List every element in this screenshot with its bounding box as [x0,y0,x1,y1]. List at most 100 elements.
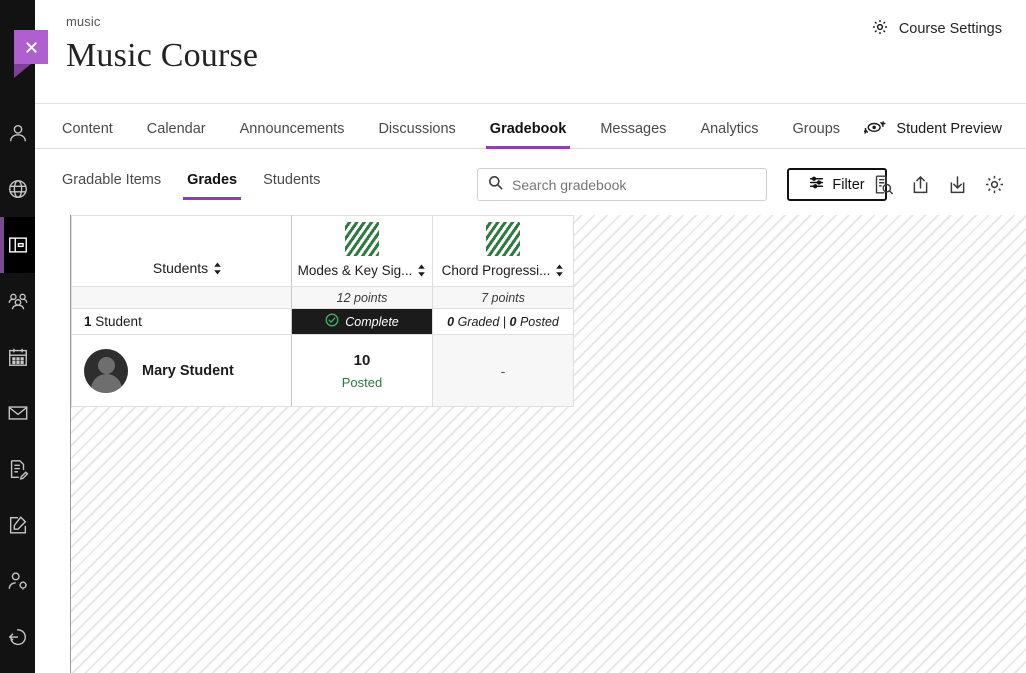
course-settings-button[interactable]: Course Settings [871,18,1002,40]
course-book-icon [7,234,29,256]
tab-discussions[interactable]: Discussions [378,121,455,148]
points-blank-cell [72,287,292,309]
upload-icon[interactable] [908,173,932,197]
preview-eye-icon [864,118,886,140]
calendar-icon [7,346,29,368]
search-gradebook-container[interactable] [477,168,767,201]
download-icon[interactable] [945,173,969,197]
sidebar-item-institution[interactable] [0,161,35,217]
chord-graded-word: Graded [458,315,500,329]
grade-state: Posted [292,375,432,390]
points-row: 12 points 7 points [72,287,574,309]
grade-review-icon[interactable] [871,173,895,197]
gradebook-grid-area: Students Modes & Key [70,215,1026,673]
person-icon [7,122,29,144]
close-icon[interactable] [14,30,48,64]
tab-calendar[interactable]: Calendar [147,121,206,148]
column-label-students: Students [153,260,208,276]
filter-sliders-icon [809,175,824,194]
course-nav-tabs: Content Calendar Announcements Discussio… [35,104,1026,149]
people-icon [7,290,29,312]
settings-gear-icon[interactable] [982,173,1006,197]
tab-content[interactable]: Content [62,121,113,148]
tab-gradebook[interactable]: Gradebook [490,121,567,148]
chord-posted-count: 0 [510,315,517,329]
sidebar-item-courses[interactable] [0,217,35,273]
person-gear-icon [7,570,29,592]
table-row: Mary Student 10 Posted - [72,335,574,407]
student-count-number: 1 [84,314,92,329]
assignment-green-icon [486,222,520,256]
column-header-modes[interactable]: Modes & Key Sig... [292,216,433,287]
subtab-gradable-items[interactable]: Gradable Items [62,153,161,206]
student-name: Mary Student [142,363,234,379]
tab-announcements[interactable]: Announcements [240,121,345,148]
page-header: music Music Course Course Settings [35,0,1026,104]
student-cell[interactable]: Mary Student [72,335,292,407]
sidebar-item-sign-out[interactable] [0,609,35,665]
check-circle-icon [325,313,339,330]
compose-icon [7,514,29,536]
sort-icon[interactable] [213,262,222,275]
gradebook-header-row: Students Modes & Key [72,216,574,287]
summary-chord-status: 0 Graded | 0 Posted [433,309,574,335]
globe-icon [7,178,29,200]
assignment-green-icon [345,222,379,256]
column-header-chord[interactable]: Chord Progressi... [433,216,574,287]
sidebar-item-tools[interactable] [0,497,35,553]
chord-graded-count: 0 [447,315,454,329]
points-modes: 12 points [292,287,433,309]
gradebook-tbody: 12 points 7 points 1 Student [72,287,574,407]
grade-cell-modes[interactable]: 10 Posted [292,335,433,407]
tab-groups[interactable]: Groups [792,121,840,148]
close-course-bookmark[interactable] [14,30,48,70]
sidebar-item-profile[interactable] [0,105,35,161]
app-root: music Music Course Course Settings Conte… [0,0,1026,673]
breadcrumb: music [66,14,1004,29]
column-header-students[interactable]: Students [72,216,292,287]
sort-icon[interactable] [555,264,564,277]
subtab-grades[interactable]: Grades [187,153,237,206]
subtab-students[interactable]: Students [263,153,320,206]
chord-separator: | [503,315,506,329]
chord-posted-word: Posted [520,315,559,329]
summary-student-count: 1 Student [72,309,292,335]
gradebook-table: Students Modes & Key [71,215,574,407]
sort-icon[interactable] [417,264,426,277]
tab-messages[interactable]: Messages [600,121,666,148]
page-title: Music Course [66,37,1004,75]
points-chord: 7 points [433,287,574,309]
modes-status-label: Complete [345,315,399,329]
main-content: music Music Course Course Settings Conte… [35,0,1026,673]
student-count-word: Student [95,314,142,329]
filter-label: Filter [832,177,864,193]
column-label-modes: Modes & Key Sig... [298,263,413,278]
envelope-icon [7,402,29,424]
bookmark-fold [14,64,48,78]
course-settings-label: Course Settings [899,21,1002,37]
sidebar-item-grades[interactable] [0,441,35,497]
gradebook-thead: Students Modes & Key [72,216,574,287]
tab-analytics[interactable]: Analytics [700,121,758,148]
gradebook-toolbar [871,168,1006,201]
avatar [84,349,128,393]
sidebar-item-admin[interactable] [0,553,35,609]
grade-value: 10 [292,352,432,369]
column-label-chord: Chord Progressi... [442,263,551,278]
left-navigation-rail [0,0,35,673]
student-preview-label: Student Preview [896,121,1002,137]
sidebar-item-messages[interactable] [0,385,35,441]
student-preview-button[interactable]: Student Preview [864,118,1002,140]
gear-icon [871,18,889,40]
document-pencil-icon [7,458,29,480]
search-input[interactable] [512,177,756,193]
summary-modes-status[interactable]: Complete [292,309,433,335]
grade-cell-chord[interactable]: - [433,335,574,407]
sidebar-item-organizations[interactable] [0,273,35,329]
grade-value: - [501,363,506,379]
sidebar-item-calendar[interactable] [0,329,35,385]
summary-row: 1 Student Compl [72,309,574,335]
sign-out-icon [7,626,29,648]
rail-item-list [0,105,35,665]
search-icon [488,175,503,195]
